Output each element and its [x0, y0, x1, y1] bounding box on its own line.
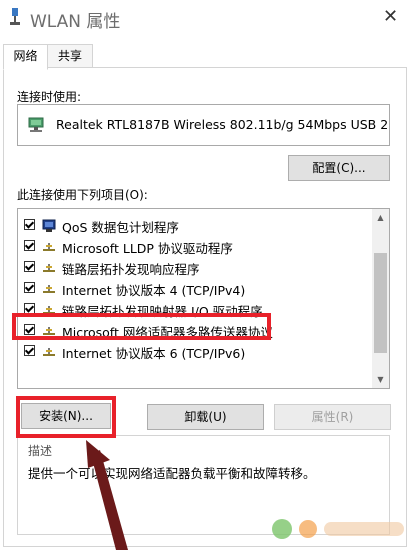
item-checkbox[interactable] [24, 240, 35, 251]
item-label: 链路层拓扑发现响应程序 [62, 262, 200, 277]
protocol-icon [43, 348, 55, 356]
highlight-box-install [16, 396, 116, 438]
network-adapter-icon [28, 117, 44, 132]
item-checkbox[interactable] [24, 219, 35, 230]
wlan-icon [10, 8, 20, 25]
description-text: 提供一个可以实现网络适配器负载平衡和故障转移。 [28, 466, 316, 481]
window-title: WLAN 属性 [30, 12, 121, 32]
qos-icon [42, 219, 56, 232]
protocol-icon [43, 264, 55, 272]
item-label: Internet 协议版本 6 (TCP/IPv6) [62, 346, 246, 361]
tab-network[interactable]: 网络 [3, 44, 48, 70]
description-legend: 描述 [26, 442, 55, 459]
properties-button[interactable]: 属性(R) [274, 404, 391, 430]
items-list[interactable]: QoS 数据包计划程序 Microsoft LLDP 协议驱动程序 链路层拓扑发… [17, 208, 390, 389]
tab-strip: 网络 共享 [0, 44, 411, 70]
scroll-down-icon[interactable]: ▼ [372, 371, 389, 388]
scroll-thumb[interactable] [374, 253, 387, 353]
uninstall-button[interactable]: 卸载(U) [147, 404, 264, 430]
close-button[interactable]: ✕ [370, 0, 411, 34]
highlight-box-multiplexor [12, 313, 271, 340]
item-label: QoS 数据包计划程序 [62, 220, 179, 235]
list-item[interactable]: Internet 协议版本 4 (TCP/IPv4) [24, 278, 374, 300]
items-label: 此连接使用下列项目(O): [17, 188, 148, 202]
adapter-box: Realtek RTL8187B Wireless 802.11b/g 54Mb… [17, 104, 390, 146]
list-scrollbar[interactable]: ▲ ▼ [372, 209, 389, 388]
scroll-up-icon[interactable]: ▲ [372, 209, 389, 226]
item-checkbox[interactable] [24, 345, 35, 356]
connect-using-label: 连接时使用: [17, 90, 82, 104]
watermark-logo [272, 519, 404, 539]
protocol-icon [43, 285, 55, 293]
item-label: Internet 协议版本 4 (TCP/IPv4) [62, 283, 246, 298]
item-checkbox[interactable] [24, 261, 35, 272]
item-label: Microsoft LLDP 协议驱动程序 [62, 241, 233, 256]
title-bar: WLAN 属性 ✕ [0, 0, 411, 36]
list-item[interactable]: QoS 数据包计划程序 [24, 215, 374, 237]
item-checkbox[interactable] [24, 282, 35, 293]
tab-sharing[interactable]: 共享 [47, 44, 93, 68]
list-item[interactable]: Internet 协议版本 6 (TCP/IPv6) [24, 341, 374, 363]
configure-button[interactable]: 配置(C)... [288, 155, 390, 181]
list-item[interactable]: 链路层拓扑发现响应程序 [24, 257, 374, 279]
adapter-name: Realtek RTL8187B Wireless 802.11b/g 54Mb… [56, 117, 390, 132]
list-item[interactable]: Microsoft LLDP 协议驱动程序 [24, 236, 374, 258]
protocol-icon [43, 243, 55, 251]
